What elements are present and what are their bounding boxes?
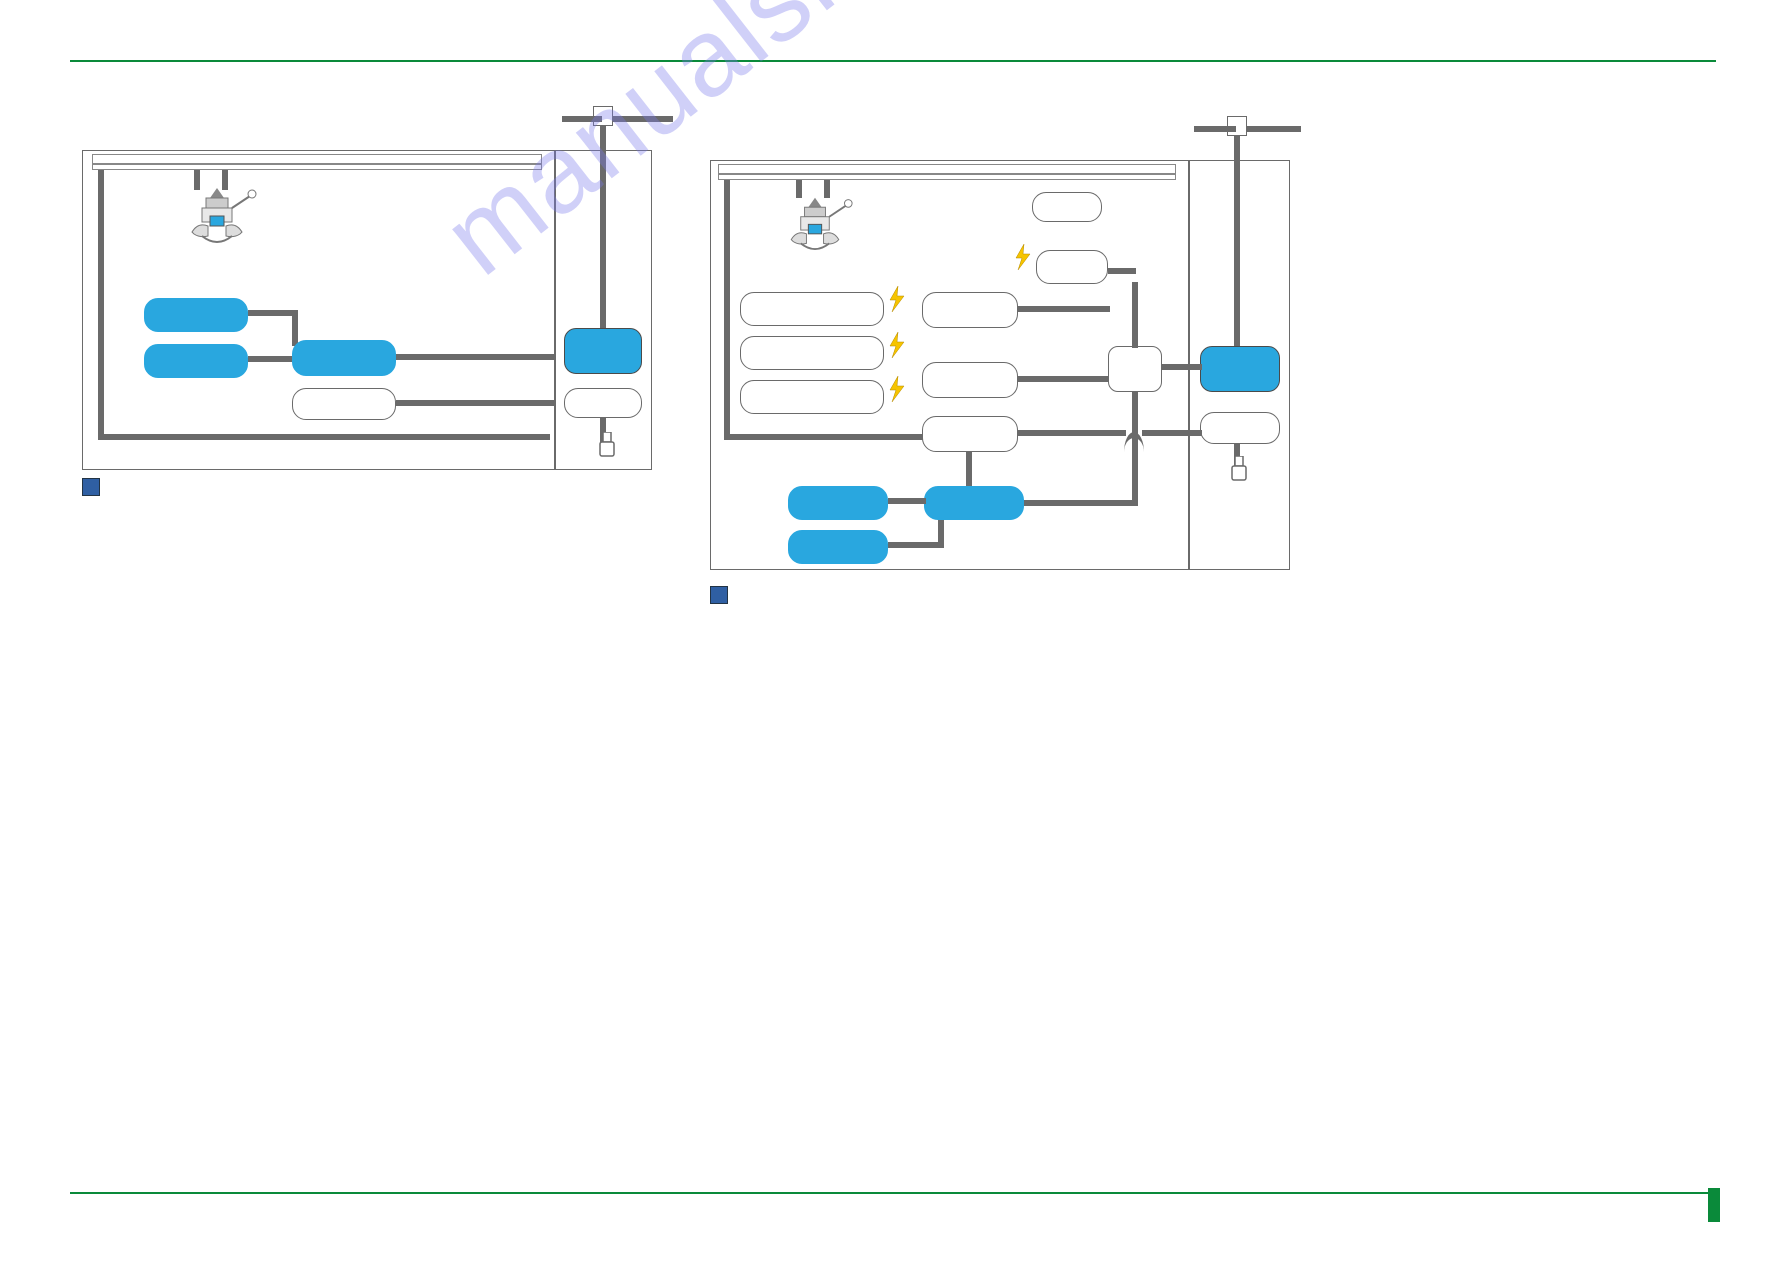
node-top-small xyxy=(1032,192,1102,222)
node-a xyxy=(144,298,248,332)
node-hub xyxy=(292,340,396,376)
lightning-icon-3 xyxy=(888,376,906,402)
ext-down xyxy=(600,110,606,340)
ext-right-r xyxy=(1247,126,1301,132)
conn-rx-side xyxy=(1108,268,1136,274)
conn-av xyxy=(292,310,298,346)
conn-c1-r xyxy=(1018,306,1110,312)
lightning-icon-rx xyxy=(1014,244,1032,270)
conn-b-r-v xyxy=(938,520,944,546)
node-wireless-rx xyxy=(1036,250,1108,284)
ceiling-rail-r xyxy=(718,164,1176,174)
wireless-2 xyxy=(740,336,884,370)
left-bus-h xyxy=(98,434,550,440)
conn-a xyxy=(248,310,298,316)
lightning-icon-1 xyxy=(888,286,906,312)
node-a-r xyxy=(788,486,888,520)
conn-c2-r xyxy=(1018,376,1110,382)
node-server xyxy=(564,328,642,374)
node-usb xyxy=(564,388,642,418)
node-c2 xyxy=(922,362,1018,398)
conn-b-r xyxy=(888,542,944,548)
node-b-r xyxy=(788,530,888,564)
node-c3 xyxy=(922,416,1018,452)
conn-c3-usb-a xyxy=(1018,430,1126,436)
ceiling-rail xyxy=(92,154,542,164)
dental-chair-icon xyxy=(172,182,262,264)
left-bus-h-r xyxy=(724,434,938,440)
wireless-1 xyxy=(740,292,884,326)
legend-marker-right xyxy=(710,586,728,604)
rule-bottom xyxy=(70,1192,1716,1194)
left-bus-v-r xyxy=(724,180,730,440)
conn-junc-server xyxy=(1162,364,1202,370)
conn-junc-down2 xyxy=(1132,446,1138,506)
ceiling-rail-2 xyxy=(92,164,542,170)
node-junction xyxy=(1108,346,1162,392)
conn-hub-right xyxy=(396,354,556,360)
legend-marker-left xyxy=(82,478,100,496)
conn-a-r xyxy=(888,498,926,504)
diagram-left xyxy=(82,110,652,472)
ext-down-r xyxy=(1234,120,1240,358)
ext-right xyxy=(613,116,673,122)
diagram-right xyxy=(710,140,1290,572)
lightning-icon-2 xyxy=(888,332,906,358)
dental-chair-icon-r xyxy=(772,192,858,270)
conn-b xyxy=(248,356,296,362)
conn-bottom-h xyxy=(1022,500,1138,506)
node-b xyxy=(144,344,248,378)
ext-left xyxy=(562,116,602,122)
node-usb-r xyxy=(1200,412,1280,444)
rule-top xyxy=(70,60,1716,62)
room-divider xyxy=(554,150,556,470)
node-hub-r xyxy=(924,486,1024,520)
conn-rx-down xyxy=(1132,282,1138,348)
node-white-left xyxy=(292,388,396,420)
conn-white-right xyxy=(396,400,556,406)
node-server-r xyxy=(1200,346,1280,392)
node-c1 xyxy=(922,292,1018,328)
ceiling-rail-r2 xyxy=(718,174,1176,180)
wireless-3 xyxy=(740,380,884,414)
usb-plug-icon xyxy=(598,432,616,465)
usb-plug-icon-r xyxy=(1230,456,1248,489)
page-tab-marker xyxy=(1708,1188,1720,1222)
ext-left-r xyxy=(1194,126,1236,132)
left-bus-v xyxy=(98,170,104,440)
conn-c3-usb-b xyxy=(1142,430,1202,436)
